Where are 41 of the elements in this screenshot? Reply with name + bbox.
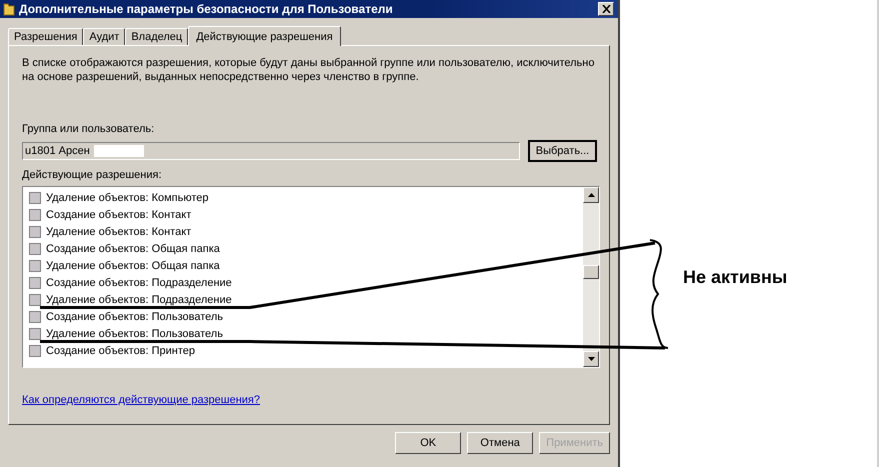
close-button[interactable] bbox=[598, 2, 614, 16]
scrollbar[interactable] bbox=[583, 187, 599, 367]
permission-label: Создание объектов: Пользователь bbox=[46, 310, 224, 322]
permission-label: Удаление объектов: Контакт bbox=[46, 226, 192, 238]
close-icon bbox=[602, 5, 610, 13]
field-label: Группа или пользователь: bbox=[22, 123, 154, 135]
checkbox[interactable] bbox=[29, 226, 41, 238]
tab[interactable]: Разрешения bbox=[8, 28, 84, 45]
permission-label: Создание объектов: Подразделение bbox=[46, 276, 232, 288]
scroll-thumb[interactable] bbox=[583, 265, 599, 279]
tab[interactable]: Действующие разрешения bbox=[188, 26, 341, 46]
checkbox[interactable] bbox=[29, 276, 41, 288]
checkbox[interactable] bbox=[29, 208, 41, 220]
tab[interactable]: Владелец bbox=[125, 28, 188, 45]
scroll-up-icon bbox=[588, 193, 594, 197]
description-text: В списке отображаются разрешения, которые будут даны выбранной группе или пользователю, исключительно на основе разрешений, выданных непосредственно через членство в группе. bbox=[22, 56, 596, 85]
list-label: Действующие разрешения: bbox=[22, 169, 162, 181]
dialog-button[interactable]: Отмена bbox=[467, 432, 534, 454]
checkbox[interactable] bbox=[29, 260, 41, 272]
permission-label: Создание объектов: Контакт bbox=[46, 208, 192, 220]
permission-label: Создание объектов: Принтер bbox=[46, 344, 196, 356]
window-title: Дополнительные параметры безопасности для Пользователи bbox=[19, 2, 394, 16]
help-link[interactable]: Как определяются действующие разрешения? bbox=[22, 394, 260, 406]
dialog-button[interactable]: OK bbox=[395, 432, 462, 454]
permission-label: Создание объектов: Общая папка bbox=[46, 242, 220, 254]
permission-label: Удаление объектов: Общая папка bbox=[46, 260, 220, 272]
checkbox[interactable] bbox=[29, 294, 41, 306]
annotation-text: Не активны bbox=[683, 267, 788, 288]
folder-icon bbox=[3, 2, 15, 16]
checkbox[interactable] bbox=[29, 328, 41, 340]
permission-label: Удаление объектов: Компьютер bbox=[46, 192, 208, 204]
tab[interactable]: Аудит bbox=[83, 28, 126, 45]
permission-label: Удаление объектов: Подразделение bbox=[46, 294, 232, 306]
select-button[interactable]: Выбрать... bbox=[528, 140, 597, 162]
scroll-down-icon bbox=[588, 357, 594, 361]
checkbox[interactable] bbox=[29, 242, 41, 254]
checkbox[interactable] bbox=[29, 310, 41, 322]
permission-label: Удаление объектов: Пользователь bbox=[46, 328, 223, 340]
checkbox[interactable] bbox=[29, 344, 41, 356]
user-field[interactable]: u1801 Арсен bbox=[22, 142, 520, 160]
checkbox[interactable] bbox=[29, 192, 41, 204]
